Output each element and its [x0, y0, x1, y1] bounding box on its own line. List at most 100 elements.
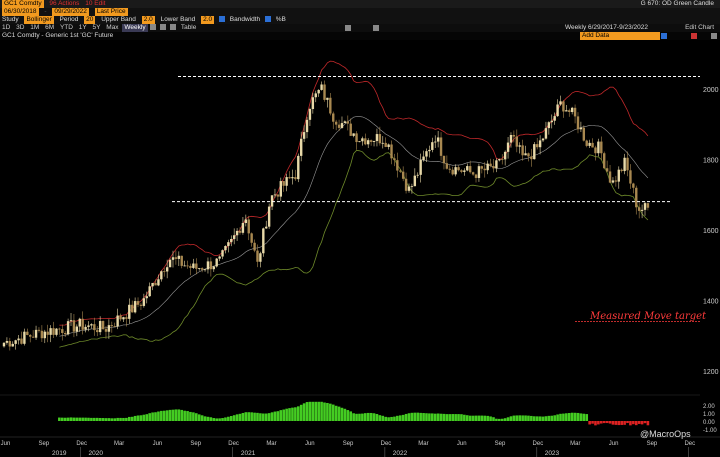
- histogram-bar: [509, 416, 513, 421]
- edit-chart-button[interactable]: Edit Chart: [683, 24, 716, 32]
- candle-body: [26, 331, 29, 335]
- histogram-bar: [84, 417, 87, 421]
- histogram-bar: [148, 413, 151, 421]
- zoom-out-icon[interactable]: [373, 25, 379, 31]
- x-month-label: Sep: [495, 441, 506, 447]
- add-data-field[interactable]: Add Data: [580, 32, 660, 40]
- candle-body: [270, 195, 274, 207]
- histogram-bar: [352, 413, 355, 421]
- candle-body: [369, 140, 373, 142]
- lower-band-field[interactable]: 2.0: [201, 16, 215, 24]
- histogram-bar: [154, 412, 157, 421]
- candle-body: [416, 174, 419, 176]
- candle-body: [168, 259, 172, 268]
- target-annotation: Measured Move target: [589, 311, 707, 322]
- zoom-in-icon[interactable]: [345, 25, 351, 31]
- range-1y-button[interactable]: 1Y: [77, 24, 89, 32]
- histogram-bar: [515, 415, 519, 421]
- edit-menu[interactable]: 10 Edit: [85, 0, 105, 7]
- x-month-label: Dec: [381, 441, 392, 447]
- candle-body: [527, 153, 530, 157]
- x-month-label: Mar: [418, 441, 428, 447]
- upper-band-field[interactable]: 2.0: [141, 16, 155, 24]
- histogram-bar: [177, 409, 181, 421]
- histogram-bar: [349, 411, 353, 421]
- x-month-label: Jun: [305, 441, 315, 447]
- candle-body: [2, 342, 6, 347]
- range-1d-button[interactable]: 1D: [0, 24, 12, 32]
- line-chart-icon[interactable]: [150, 24, 157, 31]
- candle-body: [480, 166, 484, 169]
- histogram-bar: [136, 415, 140, 421]
- settings-icon[interactable]: [711, 33, 717, 39]
- security-field[interactable]: GC1 Comdty: [2, 0, 44, 8]
- range-6m-button[interactable]: 6M: [43, 24, 56, 32]
- candle-body: [384, 142, 387, 147]
- study-field[interactable]: Bollinger: [24, 16, 54, 24]
- histogram-bar: [588, 421, 591, 425]
- range-max-button[interactable]: Max: [104, 24, 120, 32]
- histogram-bar: [425, 413, 428, 421]
- histogram-bar: [192, 412, 195, 421]
- histogram-bar: [608, 421, 612, 424]
- histogram-bar: [195, 413, 198, 421]
- candle-body: [515, 136, 519, 147]
- price-chart[interactable]: 1200 1400 1600 1800 2000 2.00 1.00 0.00 -1.00 J…: [0, 40, 720, 457]
- histogram-bar: [157, 411, 160, 421]
- date-to-field[interactable]: 09/29/2022: [52, 8, 89, 16]
- histogram-bar: [174, 409, 178, 421]
- frequency-select[interactable]: Weekly: [122, 24, 148, 32]
- candle-body: [276, 194, 280, 197]
- candle-body: [326, 97, 329, 100]
- histogram-bar: [527, 415, 530, 421]
- histogram-bar: [276, 411, 280, 421]
- histogram-bar: [407, 413, 411, 421]
- histogram-bar: [69, 417, 73, 421]
- histogram-bar: [160, 410, 163, 421]
- histogram-bar: [334, 405, 338, 421]
- candle-body: [637, 207, 641, 211]
- candle-body: [428, 149, 431, 152]
- histogram-bar: [463, 414, 466, 421]
- candle-body: [343, 121, 347, 124]
- candle-body: [483, 168, 486, 171]
- histogram-bar: [445, 414, 449, 421]
- candle-body: [20, 338, 23, 344]
- date-from-field[interactable]: 06/30/2018: [2, 8, 39, 16]
- candle-body: [509, 135, 513, 143]
- candle-body: [463, 170, 466, 172]
- bar-chart-icon[interactable]: [170, 24, 177, 31]
- candle-body: [262, 228, 265, 254]
- candle-body: [34, 329, 38, 338]
- histogram-bar: [413, 412, 417, 421]
- histogram-bar: [573, 412, 577, 421]
- range-1m-button[interactable]: 1M: [28, 24, 41, 32]
- range-3d-button[interactable]: 3D: [14, 24, 26, 32]
- y-tick-label: 1800: [703, 157, 719, 164]
- candle-body: [198, 268, 201, 269]
- candle-body: [8, 341, 12, 347]
- candle-body: [107, 325, 111, 332]
- histogram-bar: [512, 415, 516, 421]
- histogram-bar: [567, 413, 571, 421]
- pct-b-checkbox-icon[interactable]: [264, 16, 271, 23]
- price-type-field[interactable]: Last Price: [94, 8, 128, 16]
- range-ytd-button[interactable]: YTD: [58, 24, 75, 32]
- alert-icon[interactable]: [691, 33, 697, 39]
- x-month-label: Sep: [343, 441, 354, 447]
- actions-menu[interactable]: 96 Actions: [49, 0, 79, 7]
- candle-body: [471, 172, 475, 175]
- histogram-bar: [294, 407, 297, 421]
- candle-body: [317, 89, 320, 94]
- bandwidth-checkbox-icon[interactable]: [218, 16, 225, 23]
- data-icon[interactable]: [661, 33, 667, 39]
- candle-body: [69, 320, 73, 322]
- histogram-bar: [393, 416, 396, 421]
- period-field[interactable]: 20: [84, 16, 96, 24]
- table-button[interactable]: Table: [179, 24, 199, 32]
- candle-body: [72, 320, 76, 332]
- range-5y-button[interactable]: 5Y: [91, 24, 103, 32]
- candle-body: [308, 109, 312, 120]
- histogram-bar: [617, 421, 621, 426]
- candle-chart-icon[interactable]: [160, 24, 167, 31]
